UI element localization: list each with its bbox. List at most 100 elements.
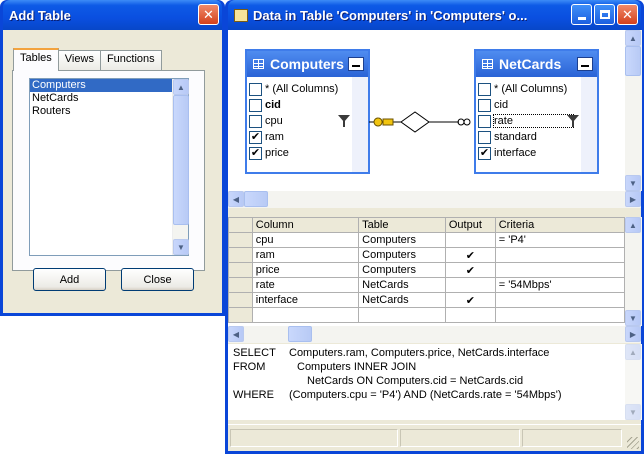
column-cell[interactable]: price — [251, 262, 360, 278]
checkbox-icon[interactable] — [478, 98, 491, 112]
output-header[interactable]: Output — [444, 217, 496, 233]
output-cell[interactable]: ✔ — [444, 292, 496, 308]
criteria-cell[interactable] — [494, 292, 625, 308]
output-cell[interactable]: ✔ — [444, 247, 496, 263]
column-row[interactable]: * (All Columns) — [478, 81, 579, 97]
tables-scrollbar[interactable]: ▲ ▼ — [172, 79, 189, 255]
sql-vscroll[interactable]: ▲ ▼ — [625, 344, 642, 420]
column-cell[interactable]: cpu — [251, 232, 360, 248]
scroll-thumb[interactable] — [288, 326, 312, 342]
column-row[interactable]: standard — [478, 129, 579, 145]
column-cell[interactable]: rate — [251, 277, 360, 293]
scroll-left-icon[interactable]: ◀ — [228, 191, 244, 207]
column-row[interactable]: cid — [249, 97, 350, 113]
tab-tables[interactable]: Tables — [13, 48, 59, 71]
column-cell[interactable]: interface — [251, 292, 360, 308]
computers-box-scrollbar[interactable] — [352, 77, 368, 172]
list-item-computers[interactable]: Computers — [30, 79, 173, 92]
checkbox-icon[interactable] — [478, 130, 491, 144]
netcards-table-box[interactable]: NetCards * (All Columns) cid rate standard ✔… — [474, 49, 599, 174]
minimize-icon[interactable] — [571, 4, 592, 25]
criteria-cell[interactable]: = 'P4' — [494, 232, 625, 248]
diagram-pane[interactable]: Computers * (All Columns) cid cpu ✔ ram ✔ pric… — [228, 30, 625, 191]
checkbox-icon[interactable] — [249, 98, 262, 112]
table-row[interactable]: interface NetCards ✔ — [228, 292, 625, 308]
empty-cell[interactable] — [494, 307, 625, 323]
close-button[interactable]: Close — [121, 268, 194, 291]
scroll-thumb[interactable] — [173, 95, 189, 225]
scroll-down-icon[interactable]: ▼ — [173, 239, 189, 255]
tab-functions[interactable]: Functions — [99, 50, 162, 70]
scroll-up-icon[interactable]: ▲ — [625, 217, 641, 233]
column-row[interactable]: ✔ ram — [249, 129, 350, 145]
sql-pane[interactable]: SELECT Computers.ram, Computers.price, Ne… — [228, 344, 625, 420]
scroll-down-icon[interactable]: ▼ — [625, 404, 641, 420]
netcards-box-scrollbar[interactable] — [581, 77, 597, 172]
diagram-vscroll[interactable]: ▲ ▼ — [625, 30, 642, 191]
empty-cell[interactable] — [358, 307, 446, 323]
column-row[interactable]: ✔ price — [249, 145, 350, 161]
table-row[interactable]: price Computers ✔ — [228, 262, 625, 278]
empty-cell[interactable] — [251, 307, 360, 323]
column-row[interactable]: cpu — [249, 113, 350, 129]
table-cell[interactable]: Computers — [358, 247, 446, 263]
column-row[interactable]: * (All Columns) — [249, 81, 350, 97]
table-row[interactable]: cpu Computers = 'P4' — [228, 232, 625, 248]
scroll-down-icon[interactable]: ▼ — [625, 175, 641, 191]
table-header[interactable]: Table — [358, 217, 446, 233]
column-row[interactable]: ✔ interface — [478, 145, 579, 161]
computers-table-title[interactable]: Computers — [247, 51, 368, 77]
list-item-routers[interactable]: Routers — [30, 105, 173, 118]
close-icon[interactable]: ✕ — [198, 4, 219, 25]
netcards-table-title[interactable]: NetCards — [476, 51, 597, 77]
column-header[interactable]: Column — [251, 217, 360, 233]
checkbox-icon[interactable] — [478, 82, 491, 96]
minimize-icon[interactable] — [348, 57, 364, 71]
scroll-up-icon[interactable]: ▲ — [173, 79, 189, 95]
criteria-header[interactable]: Criteria — [494, 217, 625, 233]
add-button[interactable]: Add — [33, 268, 106, 291]
table-cell[interactable]: Computers — [358, 262, 446, 278]
table-row[interactable] — [228, 307, 625, 323]
column-row[interactable]: rate — [478, 113, 579, 129]
table-cell[interactable]: Computers — [358, 232, 446, 248]
scroll-up-icon[interactable]: ▲ — [625, 344, 641, 360]
resize-grip-icon[interactable] — [627, 437, 639, 449]
empty-cell[interactable] — [228, 307, 253, 323]
output-cell[interactable] — [444, 277, 496, 293]
add-table-titlebar[interactable]: Add Table ✕ — [3, 0, 222, 30]
scroll-thumb[interactable] — [625, 46, 641, 76]
minimize-icon[interactable] — [577, 57, 593, 71]
tab-views[interactable]: Views — [57, 50, 101, 70]
criteria-cell[interactable]: = '54Mbps' — [494, 277, 625, 293]
scroll-right-icon[interactable]: ▶ — [625, 326, 641, 342]
table-row[interactable]: ram Computers ✔ — [228, 247, 625, 263]
scroll-left-icon[interactable]: ◀ — [228, 326, 244, 342]
table-cell[interactable]: NetCards — [358, 292, 446, 308]
maximize-icon[interactable] — [594, 4, 615, 25]
column-row[interactable]: cid — [478, 97, 579, 113]
checkbox-checked-icon[interactable]: ✔ — [249, 146, 262, 160]
close-icon[interactable]: ✕ — [617, 4, 638, 25]
checkbox-icon[interactable] — [249, 82, 262, 96]
diagram-hscroll[interactable]: ◀ ▶ — [228, 191, 641, 208]
scroll-right-icon[interactable]: ▶ — [625, 191, 641, 207]
empty-cell[interactable] — [444, 307, 496, 323]
checkbox-checked-icon[interactable]: ✔ — [249, 130, 262, 144]
checkbox-icon[interactable] — [478, 114, 491, 128]
table-row[interactable]: rate NetCards = '54Mbps' — [228, 277, 625, 293]
computers-table-box[interactable]: Computers * (All Columns) cid cpu ✔ ram ✔ pric… — [245, 49, 370, 174]
grid-hscroll[interactable]: ◀ ▶ — [228, 326, 641, 343]
checkbox-checked-icon[interactable]: ✔ — [478, 146, 491, 160]
output-cell[interactable] — [444, 232, 496, 248]
criteria-cell[interactable] — [494, 262, 625, 278]
tables-listbox[interactable]: Computers NetCards Routers ▲ ▼ — [29, 78, 189, 256]
query-titlebar[interactable]: Data in Table 'Computers' in 'Computers'… — [228, 0, 641, 30]
output-cell[interactable]: ✔ — [444, 262, 496, 278]
scroll-down-icon[interactable]: ▼ — [625, 310, 641, 326]
scroll-thumb[interactable] — [244, 191, 268, 207]
list-item-netcards[interactable]: NetCards — [30, 92, 173, 105]
column-cell[interactable]: ram — [251, 247, 360, 263]
grid-vscroll[interactable]: ▲ ▼ — [625, 217, 642, 326]
scroll-up-icon[interactable]: ▲ — [625, 30, 641, 46]
